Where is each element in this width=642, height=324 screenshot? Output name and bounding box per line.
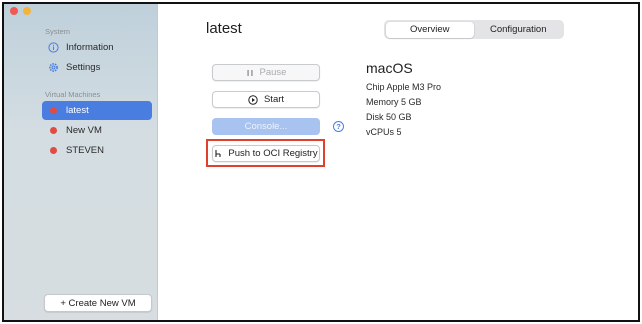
console-button[interactable]: Console... [212,118,320,135]
tab-overview[interactable]: Overview [385,21,474,38]
vm-status-dot-icon [48,105,59,116]
sidebar-item-label: STEVEN [66,145,105,156]
sidebar-item-vm-new-vm[interactable]: New VM [42,121,152,140]
sidebar: System Information Settings Virtual Mach… [4,4,158,320]
sidebar-item-vm-steven[interactable]: STEVEN [42,141,152,160]
help-icon[interactable]: ? [333,121,344,132]
sidebar-item-label: Information [66,42,114,53]
minimize-window-button[interactable] [23,7,31,15]
page-title: latest [206,20,242,37]
app-window: System Information Settings Virtual Mach… [2,2,640,322]
chip-spec: Chip Apple M3 Pro [366,82,442,92]
pause-label: Pause [259,67,287,78]
sidebar-item-information[interactable]: Information [42,38,152,57]
close-window-button[interactable] [10,7,18,15]
window-controls [10,7,31,15]
gear-icon [48,62,59,73]
sidebar-item-label: Settings [66,62,101,73]
create-new-vm-button[interactable]: + Create New VM [44,294,152,312]
sidebar-item-label: New VM [66,125,102,136]
play-circle-icon [248,94,258,105]
console-label: Console... [244,121,288,132]
section-label-virtual-machines: Virtual Machines [45,90,101,99]
pause-button[interactable]: Pause [212,64,320,81]
vm-status-dot-icon [48,125,59,136]
pause-icon [246,69,254,77]
start-button[interactable]: Start [212,91,320,108]
memory-spec: Memory 5 GB [366,97,422,107]
highlight-box [206,139,325,167]
disk-spec: Disk 50 GB [366,112,412,122]
vm-status-dot-icon [48,145,59,156]
cpu-spec: vCPUs 5 [366,127,402,137]
tab-configuration[interactable]: Configuration [474,22,563,38]
sidebar-item-settings[interactable]: Settings [42,58,152,77]
sidebar-item-vm-latest[interactable]: latest [42,101,152,120]
section-label-system: System [45,27,71,36]
view-tabs: Overview Configuration [384,20,564,39]
sidebar-item-label: latest [66,105,89,116]
info-icon [48,42,59,53]
os-name: macOS [366,60,413,76]
start-label: Start [263,94,285,105]
